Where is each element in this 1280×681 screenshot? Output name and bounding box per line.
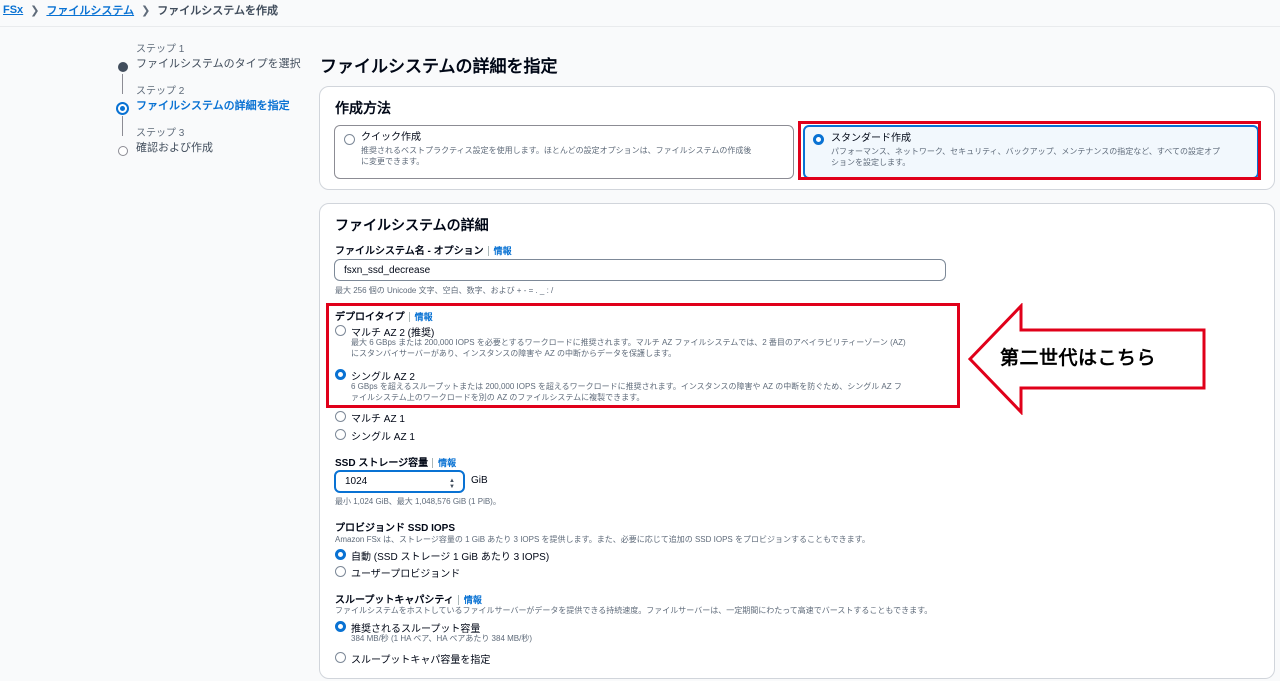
info-link[interactable]: 情報 [432, 458, 457, 468]
multi-az1-label: マルチ AZ 1 [351, 414, 405, 425]
filesystem-name-label: ファイルシステム名 - オプション 情報 [335, 246, 512, 257]
quick-create-radio[interactable] [344, 134, 355, 145]
step-2-name: ファイルシステムの詳細を指定 [136, 100, 290, 112]
step-3-label: ステップ 3 [136, 128, 185, 139]
ssd-capacity-label: SSD ストレージ容量 情報 [335, 458, 457, 469]
quick-create-tile[interactable]: クイック作成 推奨されるベストプラクティス設定を使用します。ほとんどの設定オプシ… [334, 125, 794, 179]
filesystem-name-help: 最大 256 個の Unicode 文字、空白、数字、および + - = . _… [335, 286, 554, 295]
quick-create-desc: 推奨されるベストプラクティス設定を使用します。ほとんどの設定オプションは、ファイ… [361, 146, 752, 166]
chevron-right-icon: ❯ [141, 4, 151, 17]
filesystem-name-input[interactable]: fsxn_ssd_decrease [334, 259, 946, 281]
deploy-type-highlight [326, 303, 960, 408]
filesystem-details-panel: ファイルシステムの詳細 ファイルシステム名 - オプション 情報 fsxn_ssd… [319, 203, 1275, 679]
throughput-help: ファイルシステムをホストしているファイルサーバーがデータを提供できる持続速度。フ… [335, 606, 933, 615]
header-divider [0, 26, 1280, 27]
throughput-specify-label: スループットキャパ容量を指定 [351, 655, 491, 666]
iops-user-label: ユーザープロビジョンド [351, 569, 461, 580]
step-2-label: ステップ 2 [136, 86, 185, 97]
iops-auto-label: 自動 (SSD ストレージ 1 GiB あたり 3 IOPS) [351, 552, 550, 563]
callout-text: 第二世代はこちら [1000, 348, 1157, 369]
step-3-name: 確認および作成 [136, 142, 213, 154]
breadcrumb-filesystems-link[interactable]: ファイルシステム [46, 2, 134, 18]
multi-az1-radio[interactable] [335, 411, 346, 422]
throughput-label: スループットキャパシティ 情報 [335, 595, 482, 606]
stepper-icon[interactable]: ▲ ▼ [449, 478, 455, 490]
step-1[interactable]: ステップ 1 ファイルシステムのタイプを選択 [116, 44, 306, 94]
creation-method-title: 作成方法 [335, 100, 391, 116]
step-3: ステップ 3 確認および作成 [116, 128, 306, 170]
breadcrumb-current: ファイルシステムを作成 [157, 5, 278, 17]
throughput-specify-radio[interactable] [335, 652, 346, 663]
page-title: ファイルシステムの詳細を指定 [320, 57, 558, 76]
single-az1-label: シングル AZ 1 [351, 432, 415, 443]
ssd-capacity-input[interactable]: 1024 ▲ ▼ [334, 470, 465, 493]
iops-user-radio[interactable] [335, 566, 346, 577]
breadcrumb-fsx-link[interactable]: FSx [3, 4, 23, 16]
step-2[interactable]: ステップ 2 ファイルシステムの詳細を指定 [116, 86, 306, 136]
step-1-label: ステップ 1 [136, 44, 185, 55]
ssd-unit: GiB [471, 475, 488, 486]
iops-label: プロビジョンド SSD IOPS [335, 523, 456, 534]
info-link[interactable]: 情報 [457, 595, 482, 605]
single-az1-radio[interactable] [335, 429, 346, 440]
step-1-name: ファイルシステムのタイプを選択 [136, 58, 301, 70]
throughput-recommended-desc: 384 MB/秒 (1 HA ペア、HA ペアあたり 384 MB/秒) [351, 634, 533, 643]
iops-help: Amazon FSx は、ストレージ容量の 1 GiB あたり 3 IOPS を… [335, 535, 870, 544]
standard-create-highlight [798, 121, 1261, 180]
chevron-right-icon: ❯ [30, 4, 40, 17]
ssd-capacity-value: 1024 [345, 476, 368, 487]
filesystem-details-title: ファイルシステムの詳細 [335, 217, 489, 233]
step-done-icon [118, 62, 128, 72]
breadcrumb: FSx ❯ ファイルシステム ❯ ファイルシステムを作成 [3, 3, 278, 17]
info-link[interactable]: 情報 [487, 246, 512, 256]
quick-create-label: クイック作成 [361, 132, 421, 143]
iops-auto-radio[interactable] [335, 549, 346, 560]
throughput-recommended-radio[interactable] [335, 621, 346, 632]
wizard-steps: ステップ 1 ファイルシステムのタイプを選択 ステップ 2 ファイルシステムの詳… [116, 44, 306, 170]
step-todo-icon [118, 146, 128, 156]
step-current-icon [116, 102, 129, 115]
ssd-capacity-help: 最小 1,024 GiB、最大 1,048,576 GiB (1 PiB)。 [335, 497, 501, 506]
